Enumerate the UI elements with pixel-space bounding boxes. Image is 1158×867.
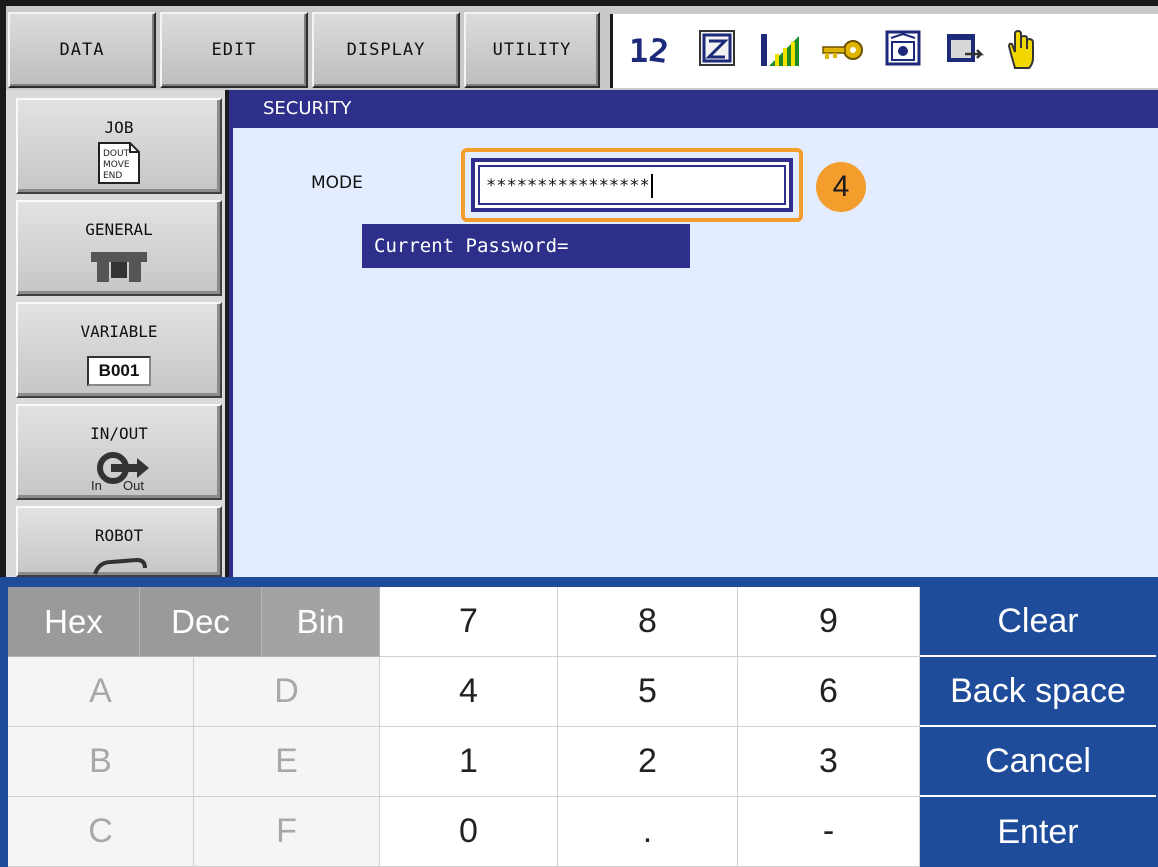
sidebar-item-variable[interactable]: VARIABLE B001 [16, 302, 222, 398]
menu-data-button[interactable]: DATA [8, 12, 156, 88]
window-arrow-icon[interactable] [943, 28, 987, 70]
in-out-icon: In Out [91, 452, 149, 493]
password-input[interactable]: **************** [471, 158, 793, 212]
dec-mode-button[interactable]: Dec [140, 587, 262, 657]
svg-text:1: 1 [629, 32, 648, 70]
mode-label: MODE [311, 173, 363, 193]
robot-arm-icon [93, 557, 147, 575]
clear-button[interactable]: Clear [920, 587, 1156, 657]
menu-edit-button[interactable]: EDIT [160, 12, 308, 88]
backspace-button[interactable]: Back space [920, 657, 1156, 727]
sidebar-item-label: IN/OUT [90, 424, 148, 443]
password-value: **************** [486, 176, 650, 196]
password-field[interactable]: **************** [478, 165, 786, 205]
key-minus[interactable]: - [738, 797, 920, 867]
edit-z-icon[interactable] [697, 28, 739, 70]
in-label: In [91, 478, 102, 493]
key-2[interactable]: 2 [558, 727, 738, 797]
signal-bars-icon[interactable] [757, 28, 803, 70]
key-6[interactable]: 6 [738, 657, 920, 727]
top-menu-bar: DATA EDIT DISPLAY UTILITY 1 2 [0, 0, 1158, 90]
sidebar-item-robot[interactable]: ROBOT [16, 506, 222, 577]
sidebar-item-job[interactable]: JOB DOUT MOVE END [16, 98, 222, 194]
enter-button[interactable]: Enter [920, 797, 1156, 867]
left-side-menu: JOB DOUT MOVE END GENERAL VARIABLE B001 … [0, 90, 229, 577]
key-7[interactable]: 7 [380, 587, 558, 657]
bin-mode-button[interactable]: Bin [262, 587, 380, 657]
page-numbers-icon[interactable]: 1 2 [627, 28, 677, 70]
job-icon-text: END [103, 171, 122, 181]
status-icon-bar: 1 2 [610, 14, 1158, 88]
key-icon[interactable] [819, 28, 865, 70]
sidebar-item-label: GENERAL [85, 220, 153, 239]
teach-mode-icon[interactable] [883, 28, 925, 70]
job-icon-text: DOUT [103, 149, 130, 159]
step-badge: 4 [816, 162, 866, 212]
sidebar-item-label: JOB [104, 118, 134, 137]
job-icon-text: MOVE [103, 160, 130, 170]
sidebar-item-label: ROBOT [94, 526, 144, 545]
hand-servo-icon[interactable] [1001, 28, 1041, 72]
key-d[interactable]: D [194, 657, 380, 727]
variable-b001-icon: B001 [87, 356, 151, 386]
cancel-button[interactable]: Cancel [920, 727, 1156, 797]
key-e[interactable]: E [194, 727, 380, 797]
sidebar-item-in-out[interactable]: IN/OUT In Out [16, 404, 222, 500]
hex-mode-button[interactable]: Hex [8, 587, 140, 657]
key-8[interactable]: 8 [558, 587, 738, 657]
menu-utility-button[interactable]: UTILITY [464, 12, 600, 88]
key-4[interactable]: 4 [380, 657, 558, 727]
keypad-grid: Hex Dec Bin A D B E C F 7 8 9 4 5 6 1 2 … [8, 587, 1156, 867]
security-panel: SECURITY MODE **************** 4 Current… [229, 90, 1158, 577]
out-label: Out [123, 478, 144, 493]
key-decimal-point[interactable]: . [558, 797, 738, 867]
key-1[interactable]: 1 [380, 727, 558, 797]
key-9[interactable]: 9 [738, 587, 920, 657]
job-document-icon: DOUT MOVE END [98, 142, 140, 184]
text-caret [650, 174, 653, 198]
key-a[interactable]: A [8, 657, 194, 727]
key-c[interactable]: C [8, 797, 194, 867]
menu-display-button[interactable]: DISPLAY [312, 12, 460, 88]
key-b[interactable]: B [8, 727, 194, 797]
svg-text:2: 2 [647, 31, 671, 70]
key-f[interactable]: F [194, 797, 380, 867]
page-title: SECURITY [233, 90, 1158, 128]
sidebar-item-general[interactable]: GENERAL [16, 200, 222, 296]
key-3[interactable]: 3 [738, 727, 920, 797]
sidebar-item-label: VARIABLE [80, 322, 158, 341]
key-5[interactable]: 5 [558, 657, 738, 727]
password-prompt: Current Password= [362, 224, 690, 268]
key-0[interactable]: 0 [380, 797, 558, 867]
tool-icon [91, 252, 147, 282]
numeric-keypad: Hex Dec Bin A D B E C F 7 8 9 4 5 6 1 2 … [0, 577, 1158, 867]
